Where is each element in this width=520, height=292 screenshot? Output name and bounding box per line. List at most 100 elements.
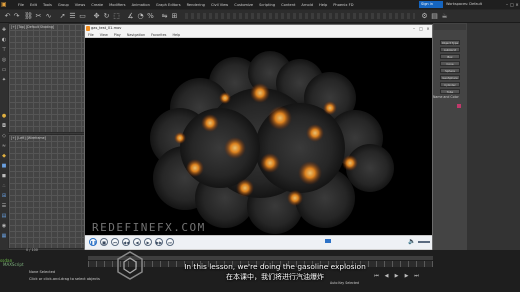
maximize-icon[interactable]: □ bbox=[510, 0, 514, 9]
snap-icon[interactable]: ∡ bbox=[126, 12, 135, 21]
percent-snap-icon[interactable]: % bbox=[146, 12, 155, 21]
viewport-left[interactable]: [+] [Left] [Wireframe] bbox=[8, 134, 88, 249]
fast-forward-button[interactable]: ▶▶ bbox=[155, 238, 163, 246]
menu-item-graph-editors[interactable]: Graph Editors bbox=[156, 3, 181, 7]
grid-icon[interactable]: ▦ bbox=[1, 233, 7, 239]
name-and-color-rollout[interactable]: Name and Color bbox=[433, 95, 459, 99]
menu-item-scripting[interactable]: Scripting bbox=[259, 3, 275, 7]
menu-item-content[interactable]: Content bbox=[281, 3, 295, 7]
menu-item-arnold[interactable]: Arnold bbox=[301, 3, 313, 7]
menu-item-rendering[interactable]: Rendering bbox=[187, 3, 205, 7]
player-maximize-icon[interactable]: □ bbox=[418, 25, 424, 32]
next-button[interactable]: ⏭ bbox=[166, 238, 174, 246]
create-icon[interactable]: ✚ bbox=[1, 27, 7, 33]
rotate-icon[interactable]: ↻ bbox=[102, 12, 111, 21]
undo-icon[interactable]: ↶ bbox=[3, 12, 12, 21]
previous-button[interactable]: ⏮ bbox=[111, 238, 119, 246]
scale-icon[interactable]: ⬚ bbox=[112, 12, 121, 21]
menu-item-group[interactable]: Group bbox=[58, 3, 69, 7]
stop-button[interactable]: ■ bbox=[100, 238, 108, 246]
spacewarp-icon[interactable]: ≈ bbox=[1, 143, 7, 149]
object-color-swatch[interactable] bbox=[457, 104, 461, 108]
isolate-icon[interactable]: ◉ bbox=[1, 223, 7, 229]
seek-thumb[interactable] bbox=[325, 239, 331, 243]
workspace-dropdown[interactable]: Workspaces: Default bbox=[446, 1, 508, 8]
bind-space-warp-icon[interactable]: ∿ bbox=[44, 12, 53, 21]
motion-icon[interactable]: ◎ bbox=[1, 57, 7, 63]
menu-item-phoenix-fd[interactable]: Phoenix FD bbox=[333, 3, 353, 7]
render-icon[interactable]: ☕ bbox=[440, 12, 449, 21]
utilities-icon[interactable]: ✦ bbox=[1, 77, 7, 83]
object-type-rollout[interactable]: Object Type bbox=[440, 40, 460, 45]
smoke-cloud bbox=[150, 51, 394, 234]
box-button[interactable]: Box bbox=[440, 54, 460, 59]
menu-item-animation[interactable]: Animation bbox=[132, 3, 150, 7]
particles-icon[interactable]: ∴ bbox=[1, 183, 7, 189]
viewport-top[interactable]: [+] [Top] [Default Shading] bbox=[8, 23, 88, 133]
menu-item-help[interactable]: Help bbox=[319, 3, 327, 7]
unlink-icon[interactable]: ✂ bbox=[34, 12, 43, 21]
mirror-icon[interactable]: ⇋ bbox=[160, 12, 169, 21]
player-menu-navigation[interactable]: Navigation bbox=[127, 33, 145, 37]
viewport-label[interactable]: [+] [Top] [Default Shading] bbox=[11, 25, 54, 29]
move-icon[interactable]: ✥ bbox=[92, 12, 101, 21]
layers-icon[interactable]: ▤ bbox=[1, 213, 7, 219]
redo-icon[interactable]: ↷ bbox=[12, 12, 21, 21]
camera-icon[interactable]: ◘ bbox=[1, 123, 7, 129]
player-menu-help[interactable]: Help bbox=[172, 33, 180, 37]
player-menu-file[interactable]: File bbox=[88, 33, 94, 37]
shapes-icon[interactable]: ■ bbox=[1, 163, 7, 169]
cylinder-button[interactable]: Cylinder bbox=[440, 82, 460, 87]
menu-item-edit[interactable]: Edit bbox=[30, 3, 37, 7]
render-setup-icon[interactable]: ⚙ bbox=[420, 12, 429, 21]
autogrid-checkbox[interactable]: AutoGrid bbox=[440, 47, 460, 52]
scene-explorer-icon[interactable]: ☰ bbox=[1, 203, 7, 209]
menu-item-file[interactable]: File bbox=[18, 3, 24, 7]
systems-icon[interactable]: ◆ bbox=[1, 153, 7, 159]
sign-in-button[interactable]: Sign in bbox=[419, 1, 443, 8]
cone-button[interactable]: Cone bbox=[440, 61, 460, 66]
menu-item-views[interactable]: Views bbox=[75, 3, 85, 7]
viewport-label[interactable]: [+] [Left] [Wireframe] bbox=[11, 136, 46, 140]
play-pause-button[interactable]: ❚❚ bbox=[89, 238, 97, 246]
player-title-bar[interactable]: gas_test_01.mov – □ × bbox=[85, 25, 432, 32]
menu-item-create[interactable]: Create bbox=[91, 3, 103, 7]
tube-button[interactable]: Tube bbox=[440, 89, 460, 94]
player-minimize-icon[interactable]: – bbox=[411, 25, 417, 32]
render-frame-icon[interactable]: ▤ bbox=[430, 12, 439, 21]
link-icon[interactable]: ⛓ bbox=[24, 12, 33, 21]
close-icon[interactable]: × bbox=[515, 0, 519, 9]
menu-item-customize[interactable]: Customize bbox=[234, 3, 253, 7]
select-by-name-icon[interactable]: ☰ bbox=[68, 12, 77, 21]
light-icon[interactable]: ● bbox=[1, 113, 7, 119]
player-menu-favorites[interactable]: Favorites bbox=[151, 33, 166, 37]
player-menu-play[interactable]: Play bbox=[114, 33, 121, 37]
geosphere-button[interactable]: GeoSphere bbox=[440, 75, 460, 80]
frame-counter[interactable]: 0 / 100 bbox=[26, 248, 38, 252]
hierarchy-icon[interactable]: ⊤ bbox=[1, 47, 7, 53]
sphere-button[interactable]: Sphere bbox=[440, 68, 460, 73]
angle-snap-icon[interactable]: ◔ bbox=[136, 12, 145, 21]
helper-icon[interactable]: ◇ bbox=[1, 133, 7, 139]
viewport-layout-icon[interactable]: ⊞ bbox=[1, 193, 7, 199]
selection-region-icon[interactable]: ▭ bbox=[78, 12, 87, 21]
menu-item-modifiers[interactable]: Modifiers bbox=[109, 3, 125, 7]
menu-item-civil-view[interactable]: Civil View bbox=[211, 3, 228, 7]
step-back-button[interactable]: ◀ bbox=[133, 238, 141, 246]
align-icon[interactable]: ⊞ bbox=[170, 12, 179, 21]
max-window: File Edit Tools Group Views Create Modifiers An… bbox=[0, 0, 520, 292]
volume-slider[interactable] bbox=[418, 241, 430, 243]
player-menu-view[interactable]: View bbox=[100, 33, 108, 37]
modify-icon[interactable]: ◐ bbox=[1, 37, 7, 43]
command-panel-tabs[interactable] bbox=[434, 24, 466, 30]
minimize-icon[interactable]: – bbox=[505, 0, 509, 9]
select-object-icon[interactable]: ➚ bbox=[58, 12, 67, 21]
step-forward-button[interactable]: ▶ bbox=[144, 238, 152, 246]
rewind-button[interactable]: ◀◀ bbox=[122, 238, 130, 246]
video-frame[interactable]: REDEFINEFX.COM bbox=[85, 38, 432, 235]
menu-item-tools[interactable]: Tools bbox=[43, 3, 52, 7]
volume-icon[interactable]: 🔈 bbox=[408, 238, 416, 246]
player-close-icon[interactable]: × bbox=[425, 25, 431, 32]
display-icon[interactable]: ▭ bbox=[1, 67, 7, 73]
geometry-icon[interactable]: ◼ bbox=[1, 173, 7, 179]
